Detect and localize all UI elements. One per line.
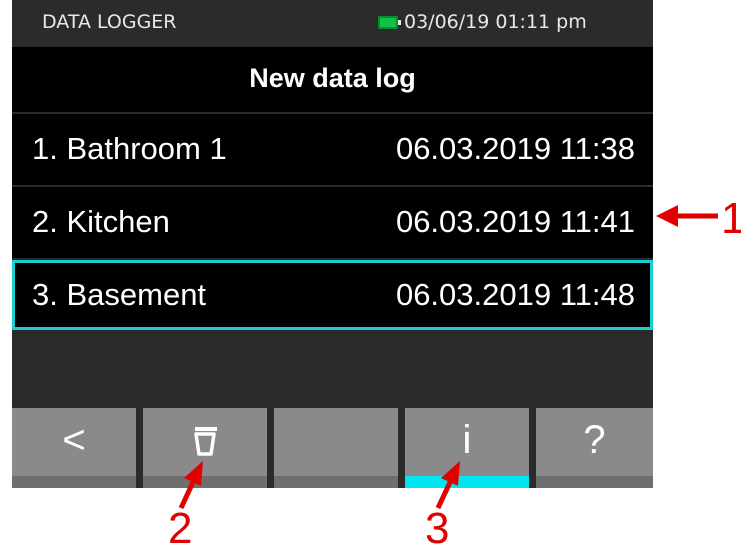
- callout-label-1: 1: [721, 194, 741, 243]
- callout-label-2: 2: [168, 504, 193, 553]
- callout-label-3: 3: [425, 504, 450, 553]
- callout-arrows: [178, 205, 718, 510]
